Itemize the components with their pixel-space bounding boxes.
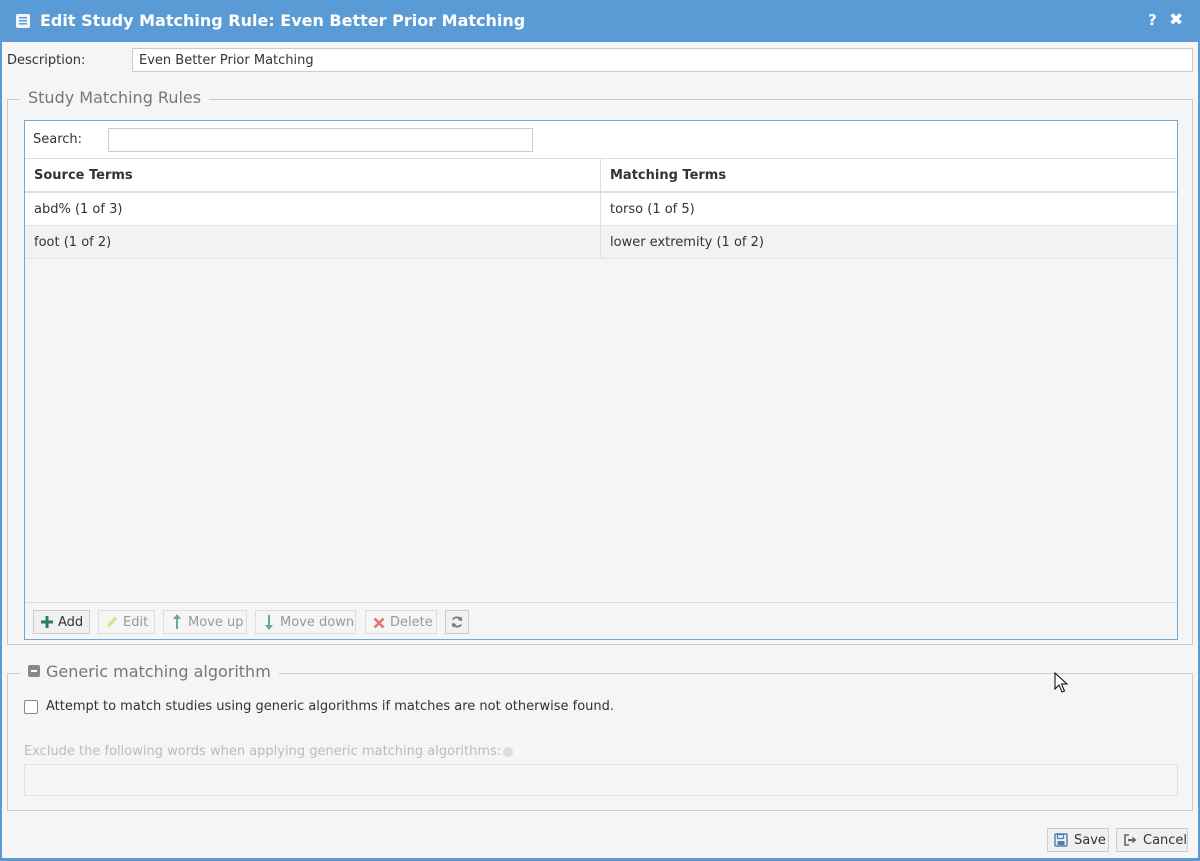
- save-label: Save: [1074, 832, 1106, 848]
- description-input[interactable]: [132, 48, 1193, 72]
- matching-term-cell: lower extremity (1 of 2): [610, 235, 764, 250]
- refresh-icon: [451, 616, 463, 628]
- matching-term-cell: torso (1 of 5): [610, 202, 695, 217]
- search-row: Search:: [25, 121, 1177, 159]
- cancel-button[interactable]: Cancel: [1116, 828, 1188, 852]
- move-down-button[interactable]: Move down: [255, 610, 356, 634]
- generic-matching-section: Generic matching algorithm Attempt to ma…: [7, 662, 1193, 811]
- list-icon: [16, 14, 30, 28]
- cell-divider: [600, 226, 601, 258]
- exclude-words-text: Exclude the following words when applyin…: [24, 744, 502, 759]
- exclude-words-label: Exclude the following words when applyin…: [24, 744, 514, 759]
- exclude-words-input[interactable]: [24, 764, 1178, 796]
- move-up-button[interactable]: Move up: [163, 610, 247, 634]
- description-label: Description:: [7, 53, 86, 68]
- column-header-matching-terms[interactable]: Matching Terms: [610, 168, 726, 183]
- table-row[interactable]: abd% (1 of 3) torso (1 of 5): [25, 193, 1177, 226]
- table-row[interactable]: foot (1 of 2) lower extremity (1 of 2): [25, 226, 1177, 259]
- add-label: Add: [58, 614, 84, 630]
- column-divider[interactable]: [600, 159, 601, 191]
- search-input[interactable]: [108, 128, 533, 152]
- study-matching-rules-section: Study Matching Rules Search: Source Term…: [7, 88, 1193, 645]
- source-term-cell: abd% (1 of 3): [34, 202, 123, 217]
- x-icon: [373, 617, 385, 629]
- generic-algorithm-checkbox[interactable]: [24, 700, 38, 714]
- move-up-label: Move up: [188, 614, 244, 630]
- info-icon[interactable]: [503, 746, 514, 757]
- grid-header: Source Terms Matching Terms: [25, 159, 1177, 193]
- cancel-label: Cancel: [1143, 832, 1188, 848]
- edit-button[interactable]: Edit: [98, 610, 155, 634]
- rules-grid: Search: Source Terms Matching Terms abd%…: [24, 120, 1178, 640]
- arrow-down-icon: [265, 615, 273, 630]
- edit-rule-dialog: Edit Study Matching Rule: Even Better Pr…: [0, 0, 1200, 861]
- collapse-icon[interactable]: [28, 664, 40, 677]
- section-legend: Study Matching Rules: [20, 88, 210, 107]
- search-label: Search:: [33, 132, 83, 147]
- dialog-titlebar[interactable]: Edit Study Matching Rule: Even Better Pr…: [0, 0, 1200, 42]
- move-down-label: Move down: [280, 614, 355, 630]
- dialog-title: Edit Study Matching Rule: Even Better Pr…: [40, 11, 526, 30]
- column-header-source-terms[interactable]: Source Terms: [34, 168, 133, 183]
- grid-toolbar: Add Edit Move up Move down Delete: [25, 602, 1177, 639]
- save-button[interactable]: Save: [1047, 828, 1109, 852]
- generic-section-legend[interactable]: Generic matching algorithm: [20, 662, 279, 681]
- cell-divider: [600, 193, 601, 225]
- delete-label: Delete: [390, 614, 433, 630]
- help-icon[interactable]: ?: [1148, 11, 1157, 29]
- generic-algorithm-checkbox-label[interactable]: Attempt to match studies using generic a…: [46, 699, 614, 714]
- source-term-cell: foot (1 of 2): [34, 235, 112, 250]
- pencil-icon: [107, 616, 118, 627]
- generic-legend-text: Generic matching algorithm: [46, 662, 271, 681]
- floppy-disk-icon: [1054, 833, 1068, 847]
- dialog-body: Description: Study Matching Rules Search…: [2, 42, 1198, 858]
- delete-button[interactable]: Delete: [365, 610, 437, 634]
- add-button[interactable]: Add: [33, 610, 90, 634]
- sign-out-icon: [1124, 834, 1137, 846]
- arrow-up-icon: [173, 614, 181, 629]
- mouse-cursor-icon: [1054, 672, 1068, 693]
- refresh-button[interactable]: [445, 610, 469, 634]
- close-icon[interactable]: ✖: [1169, 10, 1183, 30]
- plus-icon: [41, 616, 53, 628]
- edit-label: Edit: [123, 614, 149, 630]
